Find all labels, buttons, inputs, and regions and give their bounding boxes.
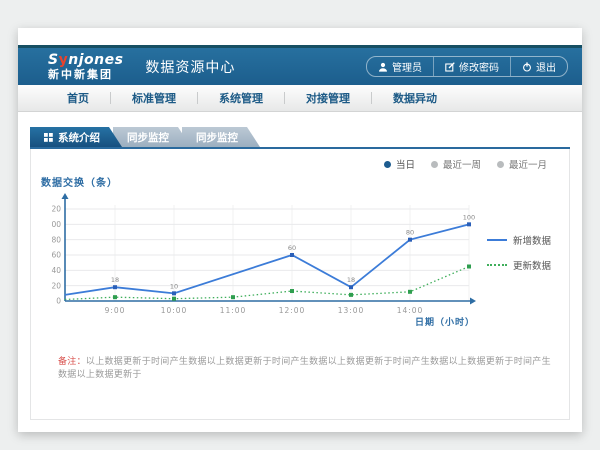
chart-legend: 新增数据更新数据 <box>487 233 551 272</box>
legend-item-1: 新增数据 <box>487 233 551 247</box>
power-icon <box>522 62 532 72</box>
app-header: Synjones 新中新集团 数据资源中心 管理员 修改密码 退出 <box>18 45 582 85</box>
x-tick-label: 11:00 <box>220 306 247 315</box>
radio-dot-icon <box>384 161 391 168</box>
data-point[interactable] <box>290 253 294 257</box>
range-option-label: 当日 <box>396 157 415 171</box>
data-point-label: 18 <box>111 276 119 284</box>
y-tick-label: 120 <box>51 205 61 214</box>
content-area: 系统介绍同步监控同步监控 当日最近一周最近一月 数据交换（条） 02040608… <box>18 113 582 432</box>
tab-label: 同步监控 <box>127 130 169 145</box>
x-axis-arrow-icon <box>470 298 476 305</box>
edit-icon <box>445 62 455 72</box>
data-point[interactable] <box>172 291 176 295</box>
x-tick-label: 9:00 <box>105 306 126 315</box>
user-menu-label: 管理员 <box>392 59 422 74</box>
data-point-label: 18 <box>347 276 355 284</box>
x-tick-label: 14:00 <box>397 306 424 315</box>
nav-item-4[interactable]: 对接管理 <box>285 85 371 111</box>
data-point[interactable] <box>408 290 412 294</box>
data-point[interactable] <box>113 295 117 299</box>
tab-bar: 系统介绍 同步监控 同步监控 <box>30 127 251 147</box>
app-window: Synjones 新中新集团 数据资源中心 管理员修改密码退出 首页标准管理系统… <box>18 28 582 432</box>
footnote: 备注：以上数据更新于时间产生数据以上数据更新于时间产生数据以上数据更新于时间产生… <box>58 354 555 380</box>
range-option-1[interactable]: 当日 <box>384 157 415 171</box>
nav-item-2[interactable]: 标准管理 <box>111 85 197 111</box>
series-line-2 <box>65 267 469 300</box>
data-point[interactable] <box>231 295 235 299</box>
data-point[interactable] <box>408 238 412 242</box>
user-menu-button[interactable]: 管理员 <box>367 57 433 76</box>
y-tick-label: 40 <box>51 266 61 275</box>
data-point[interactable] <box>290 289 294 293</box>
x-tick-label: 13:00 <box>338 306 365 315</box>
data-point-label: 10 <box>170 282 178 290</box>
tab-label: 系统介绍 <box>58 130 100 145</box>
logout-button[interactable]: 退出 <box>510 57 567 76</box>
range-option-label: 最近一周 <box>443 157 481 171</box>
data-point-label: 100 <box>463 213 475 221</box>
x-axis-title: 日期（小时） <box>415 316 475 328</box>
data-point[interactable] <box>113 285 117 289</box>
desktop-background: Synjones 新中新集团 数据资源中心 管理员修改密码退出 首页标准管理系统… <box>0 0 600 450</box>
main-nav: 首页标准管理系统管理对接管理数据异动 <box>18 85 582 112</box>
legend-label: 更新数据 <box>513 258 551 272</box>
change-password-button[interactable]: 修改密码 <box>433 57 510 76</box>
legend-line-icon <box>487 264 507 266</box>
data-point[interactable] <box>467 265 471 269</box>
brand-logo[interactable]: Synjones 新中新集团 <box>48 53 123 80</box>
nav-item-1[interactable]: 首页 <box>46 85 110 111</box>
line-chart: 0 20 40 60 80 100 120 9:00 10:00 11:00 12:00 13:00 1… <box>51 185 491 337</box>
footnote-label: 备注： <box>58 357 86 367</box>
page-title: 数据资源中心 <box>145 57 235 77</box>
chart-panel: 当日最近一周最近一月 数据交换（条） 0204060801001209:0010… <box>30 149 570 420</box>
data-point[interactable] <box>172 297 176 301</box>
logo-accent-letter: y <box>59 52 69 68</box>
y-tick-label: 0 <box>56 297 61 306</box>
tab-label: 同步监控 <box>196 130 238 145</box>
legend-label: 新增数据 <box>513 233 551 247</box>
range-option-label: 最近一月 <box>509 157 547 171</box>
tab-1[interactable]: 系统介绍 <box>30 127 122 147</box>
y-tick-label: 80 <box>51 235 61 244</box>
user-icon <box>378 62 388 72</box>
radio-dot-icon <box>497 161 504 168</box>
nav-item-5[interactable]: 数据异动 <box>372 85 458 111</box>
range-option-3[interactable]: 最近一月 <box>497 157 547 171</box>
data-point-label: 60 <box>288 244 296 252</box>
tab-2[interactable]: 同步监控 <box>113 127 191 147</box>
radio-dot-icon <box>431 161 438 168</box>
user-bar: 管理员 修改密码 退出 <box>366 56 568 77</box>
logout-label: 退出 <box>536 59 556 74</box>
x-tick-label: 10:00 <box>161 306 188 315</box>
range-filter: 当日 最近一周 最近一月 <box>384 157 547 171</box>
data-point[interactable] <box>349 293 353 297</box>
x-tick-label: 12:00 <box>279 306 306 315</box>
tab-3[interactable]: 同步监控 <box>182 127 260 147</box>
range-option-2[interactable]: 最近一周 <box>431 157 481 171</box>
legend-item-2: 更新数据 <box>487 258 551 272</box>
y-tick-label: 60 <box>51 251 61 260</box>
data-point[interactable] <box>467 222 471 226</box>
grid-icon <box>44 133 53 142</box>
change-password-label: 修改密码 <box>459 59 499 74</box>
y-tick-label: 20 <box>51 281 61 290</box>
logo-subtitle: 新中新集团 <box>48 69 123 80</box>
footnote-text: 以上数据更新于时间产生数据以上数据更新于时间产生数据以上数据更新于时间产生数据以… <box>58 357 551 380</box>
data-point[interactable] <box>349 285 353 289</box>
nav-item-3[interactable]: 系统管理 <box>198 85 284 111</box>
data-point-label: 80 <box>406 229 414 237</box>
y-tick-label: 100 <box>51 220 61 229</box>
y-axis-arrow-icon <box>62 193 69 199</box>
logo-wordmark: Synjones <box>48 53 123 67</box>
legend-line-icon <box>487 239 507 241</box>
